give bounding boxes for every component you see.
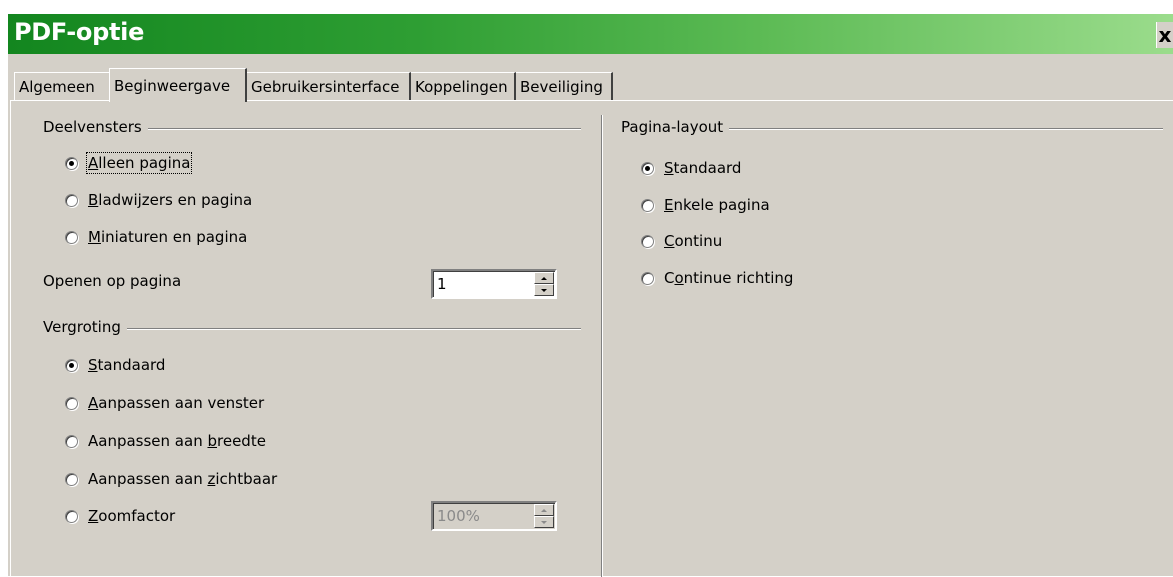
radio-label: Zoomfactor	[88, 507, 176, 525]
tab-label: Algemeen	[19, 78, 95, 96]
tab-label: Beveiliging	[520, 78, 603, 96]
tab-beveiliging[interactable]: Beveiliging	[516, 72, 613, 100]
title-bar: PDF-optie x	[8, 14, 1173, 54]
column-divider	[601, 115, 603, 577]
radio-continu[interactable]: Continu	[641, 230, 722, 252]
tab-label: Beginweergave	[114, 77, 231, 95]
radio-indicator	[65, 509, 78, 523]
open-on-page-label: Openen op pagina	[43, 272, 182, 290]
spin-down-button[interactable]	[534, 516, 554, 528]
radio-label: Standaard	[88, 356, 166, 374]
tab-label: Gebruikersinterface	[251, 78, 400, 96]
radio-aanpassen-aan-zichtbaar[interactable]: Aanpassen aan zichtbaar	[65, 468, 277, 490]
arrow-down-icon	[541, 288, 547, 292]
spin-up-button[interactable]	[534, 272, 554, 284]
radio-indicator	[65, 434, 78, 448]
radio-alleen-pagina[interactable]: Alleen pagina	[65, 152, 193, 174]
radio-enkele-pagina[interactable]: Enkele pagina	[641, 194, 770, 216]
zoom-factor-stepper[interactable]: 100%	[431, 501, 557, 531]
dialog-body: Algemeen Beginweergave Gebruikersinterfa…	[8, 54, 1173, 577]
arrow-up-icon	[541, 276, 547, 280]
tab-panel-beginweergave: Deelvensters Alleen pagina Bladwijzers e…	[10, 100, 1173, 577]
radio-zoomfactor[interactable]: Zoomfactor	[65, 505, 175, 527]
spin-down-button[interactable]	[534, 284, 554, 296]
window-title: PDF-optie	[14, 18, 145, 46]
radio-label: Alleen pagina	[85, 152, 193, 174]
radio-label: Miniaturen en pagina	[88, 228, 248, 246]
open-on-page-value: 1	[437, 275, 447, 293]
radio-indicator	[641, 271, 654, 285]
close-button[interactable]: x	[1156, 22, 1173, 48]
zoom-factor-value: 100%	[437, 507, 480, 525]
deelvensters-heading: Deelvensters	[43, 118, 148, 136]
radio-indicator	[65, 396, 78, 410]
radio-indicator	[65, 156, 78, 170]
radio-continue-richting[interactable]: Continue richting	[641, 267, 793, 289]
radio-label: Enkele pagina	[664, 196, 770, 214]
radio-bladwijzers-en-pagina[interactable]: Bladwijzers en pagina	[65, 189, 252, 211]
arrow-up-icon	[541, 508, 547, 512]
close-icon: x	[1158, 23, 1172, 47]
radio-label: Aanpassen aan venster	[88, 394, 265, 412]
radio-indicator	[65, 358, 78, 372]
radio-label: Aanpassen aan breedte	[88, 432, 266, 450]
arrow-down-icon	[541, 520, 547, 524]
radio-indicator	[65, 230, 78, 244]
tab-label: Koppelingen	[415, 78, 508, 96]
radio-indicator	[65, 472, 78, 486]
radio-indicator	[641, 161, 654, 175]
pagina-layout-heading: Pagina-layout	[621, 118, 730, 136]
radio-layout-standaard[interactable]: Standaard	[641, 157, 741, 179]
radio-vergroting-standaard[interactable]: Standaard	[65, 354, 165, 376]
radio-label: Continu	[664, 232, 723, 250]
spin-up-button[interactable]	[534, 504, 554, 516]
radio-indicator	[641, 234, 654, 248]
radio-label: Continue richting	[664, 269, 794, 287]
radio-indicator	[65, 193, 78, 207]
tab-beginweergave[interactable]: Beginweergave	[109, 68, 247, 102]
tab-koppelingen[interactable]: Koppelingen	[411, 72, 516, 100]
radio-label: Aanpassen aan zichtbaar	[88, 470, 278, 488]
radio-aanpassen-aan-venster[interactable]: Aanpassen aan venster	[65, 392, 264, 414]
radio-aanpassen-aan-breedte[interactable]: Aanpassen aan breedte	[65, 430, 266, 452]
vergroting-heading: Vergroting	[43, 318, 127, 336]
tab-algemeen[interactable]: Algemeen	[14, 72, 112, 100]
radio-label: Bladwijzers en pagina	[88, 191, 253, 209]
radio-label: Standaard	[664, 159, 742, 177]
open-on-page-stepper[interactable]: 1	[431, 269, 557, 299]
radio-miniaturen-en-pagina[interactable]: Miniaturen en pagina	[65, 226, 247, 248]
tab-gebruikersinterface[interactable]: Gebruikersinterface	[247, 72, 411, 100]
radio-indicator	[641, 198, 654, 212]
